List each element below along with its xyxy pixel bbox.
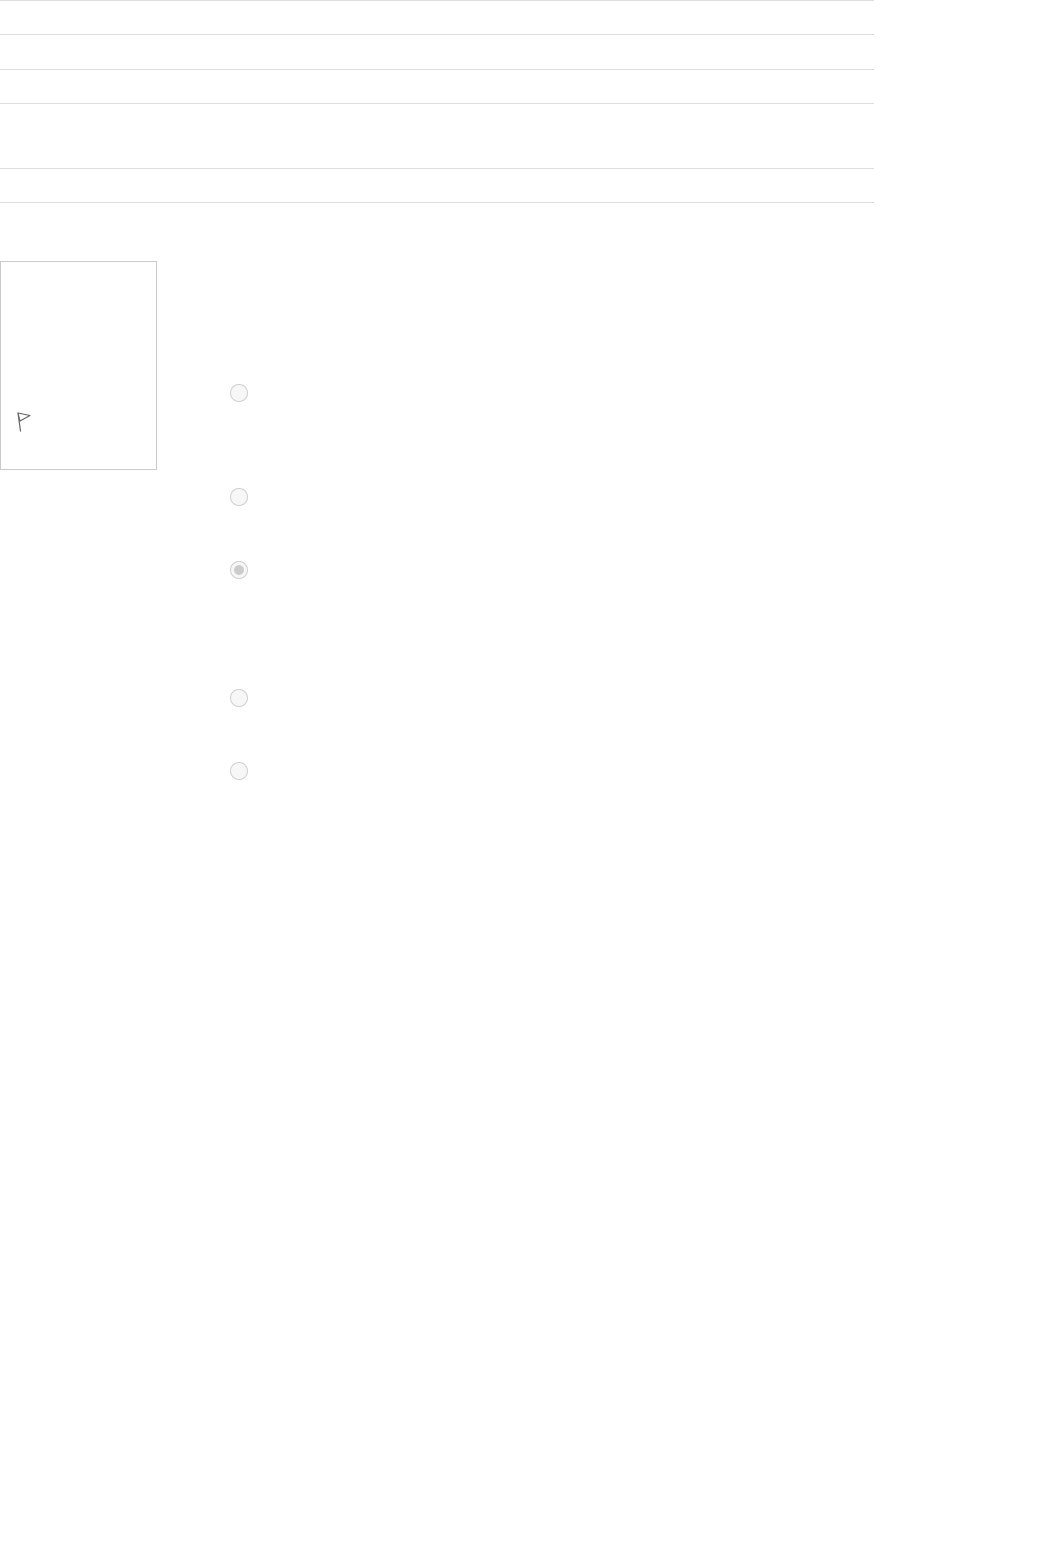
answer-option[interactable] <box>230 488 870 510</box>
answer-radio[interactable] <box>230 384 248 402</box>
answer-options <box>230 0 870 1559</box>
answer-radio[interactable] <box>230 488 248 506</box>
answer-option[interactable] <box>230 689 870 711</box>
answer-option[interactable] <box>230 762 870 784</box>
answer-option[interactable] <box>230 561 870 583</box>
answer-radio[interactable] <box>230 762 248 780</box>
answer-option[interactable] <box>230 384 870 406</box>
answer-radio-selected[interactable] <box>230 561 248 579</box>
answer-radio[interactable] <box>230 689 248 707</box>
question-info-panel <box>0 261 157 470</box>
flag-icon[interactable] <box>15 412 33 432</box>
